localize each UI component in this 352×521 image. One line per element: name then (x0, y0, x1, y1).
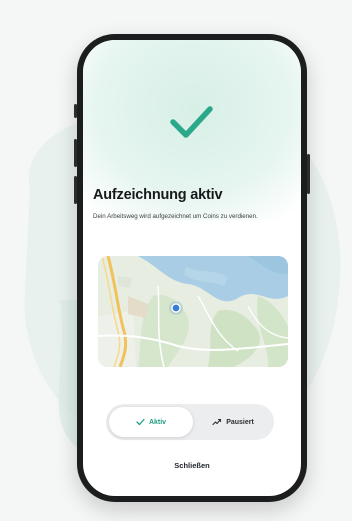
page-title: Aufzeichnung aktiv (93, 187, 223, 203)
phone-side-button (74, 176, 77, 204)
tracking-toggle: Aktiv Pausiert (106, 404, 274, 440)
route-map[interactable] (98, 256, 288, 367)
toggle-paused-label: Pausiert (226, 418, 254, 426)
map-canvas (98, 256, 288, 367)
checkmark-icon (170, 106, 213, 138)
phone-screen: Aufzeichnung aktiv Dein Arbeitsweg wird … (83, 40, 301, 496)
location-dot-icon (171, 303, 181, 313)
toggle-paused-button[interactable]: Pausiert (194, 407, 272, 437)
phone-power-button (307, 154, 310, 194)
toggle-active-button[interactable]: Aktiv (109, 407, 193, 437)
check-icon (136, 418, 145, 426)
phone-side-button (74, 104, 77, 118)
pause-graph-icon (212, 418, 222, 426)
phone-side-button (74, 139, 77, 167)
toggle-active-label: Aktiv (148, 418, 167, 426)
phone-frame: Aufzeichnung aktiv Dein Arbeitsweg wird … (74, 34, 310, 502)
page-description: Dein Arbeitsweg wird aufgezeichnet um Co… (93, 213, 258, 220)
close-button[interactable]: Schließen (83, 461, 301, 470)
